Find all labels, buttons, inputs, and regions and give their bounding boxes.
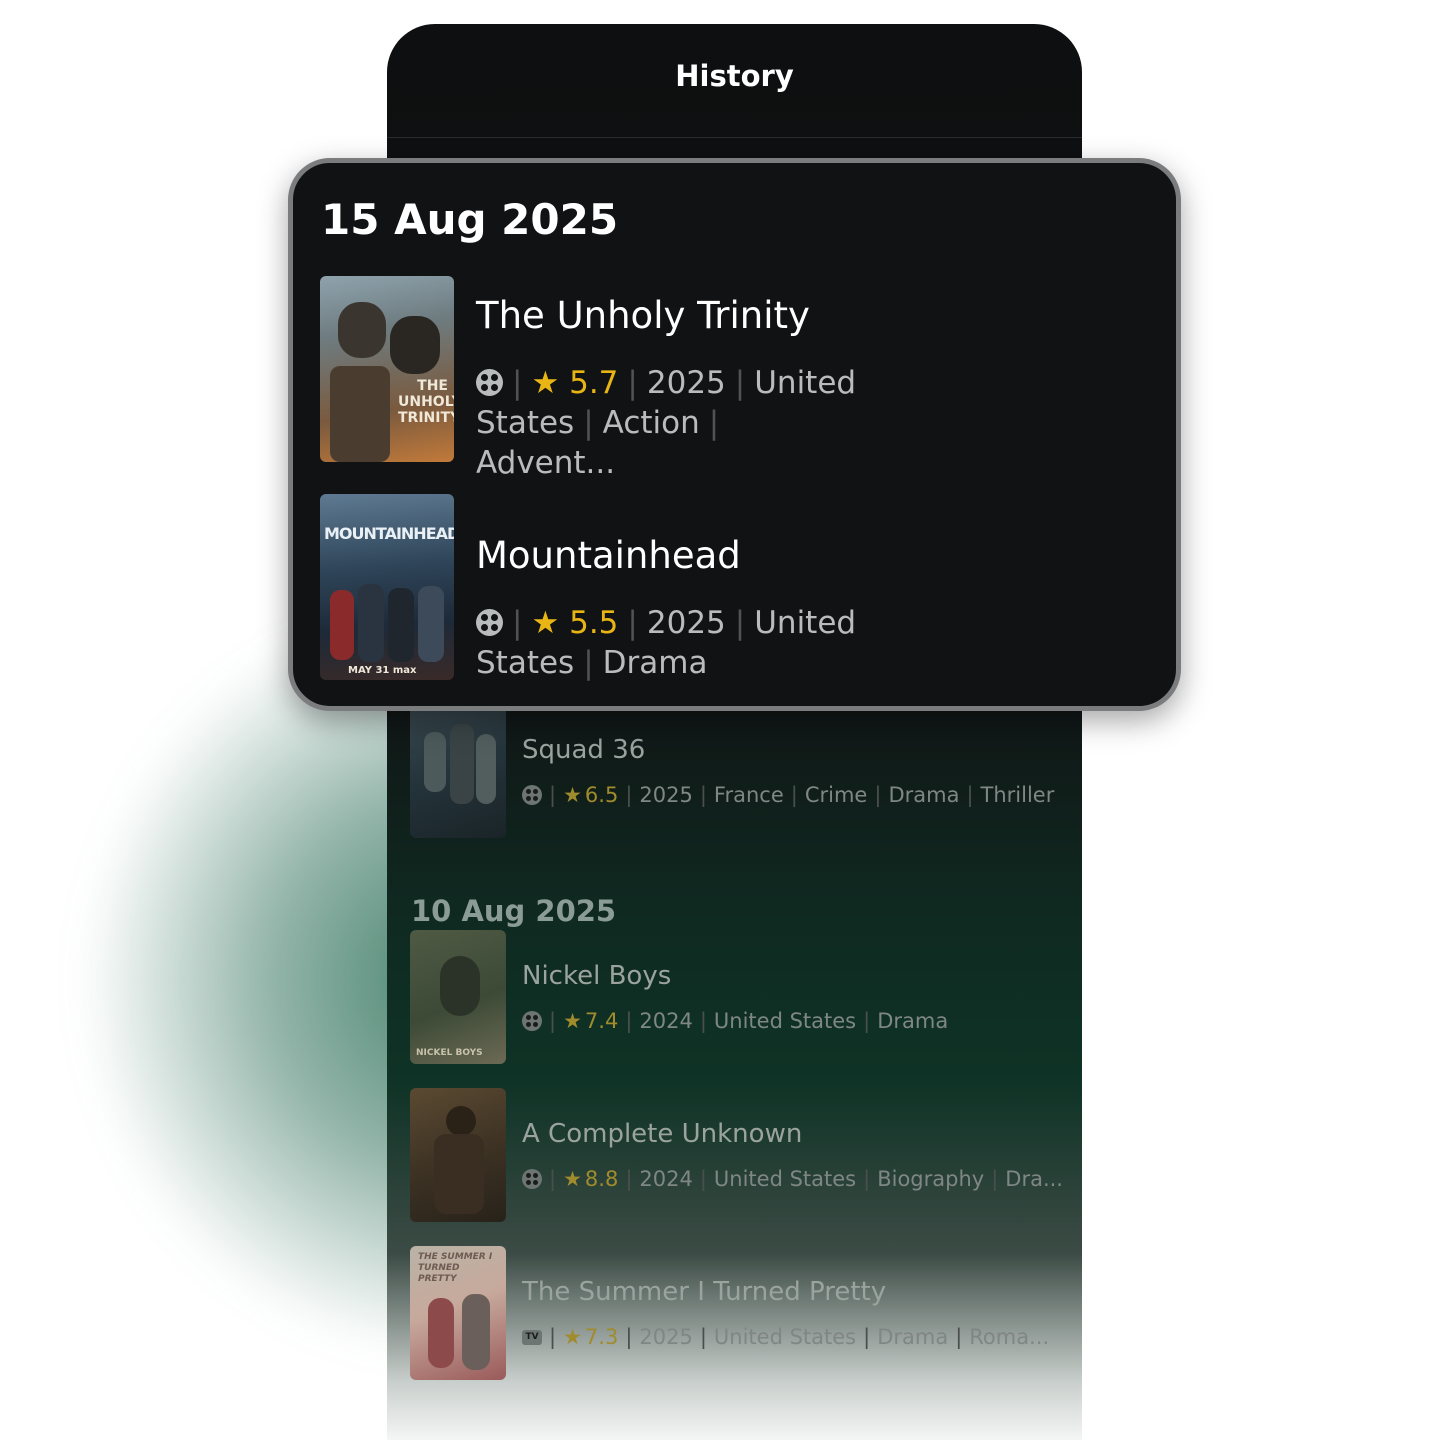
title: The Unholy Trinity <box>476 294 810 337</box>
poster-squad-36 <box>410 704 506 838</box>
film-reel-icon <box>476 369 503 396</box>
title: The Summer I Turned Pretty <box>522 1277 887 1307</box>
genre: Dra... <box>1005 1167 1063 1191</box>
rating: 5.5 <box>569 605 619 641</box>
country: United States <box>713 1009 857 1033</box>
year: 2024 <box>639 1167 693 1191</box>
genre-truncated: Advent... <box>476 445 616 481</box>
meta-line: | ★ 5.5 | 2025 | United States | Drama <box>476 605 857 681</box>
rating: 6.5 <box>584 783 619 807</box>
film-reel-icon <box>522 1169 542 1189</box>
title: Squad 36 <box>522 735 646 765</box>
date-heading: 15 Aug 2025 <box>321 195 619 244</box>
title: Nickel Boys <box>522 961 672 991</box>
country: United States <box>713 1325 857 1349</box>
list-item-the-summer-i-turned-pretty[interactable]: THE SUMMER I TURNED PRETTY The Summer I … <box>410 1246 1062 1380</box>
meta-line: | ★ 6.5 | 2025 | France | Crime | Drama | Thri… <box>522 783 1054 807</box>
poster-text: THE SUMMER I TURNED PRETTY <box>418 1252 493 1284</box>
star-icon: ★ <box>563 1009 582 1033</box>
rating: 8.8 <box>584 1167 619 1191</box>
genre: Drama <box>877 1325 949 1349</box>
featured-history-card: 15 Aug 2025 THE UNHOLY TRINITY The Unhol… <box>288 158 1181 711</box>
meta-line: | ★ 8.8 | 2024 | United States | Biography |… <box>522 1167 1063 1191</box>
page-title: History <box>675 58 794 93</box>
poster-the-summer-i-turned-pretty: THE SUMMER I TURNED PRETTY <box>410 1246 506 1380</box>
rating: 7.4 <box>584 1009 619 1033</box>
title: Mountainhead <box>476 534 741 577</box>
genre: Drama <box>888 783 960 807</box>
film-reel-icon <box>476 609 503 636</box>
poster-the-unholy-trinity: THE UNHOLY TRINITY <box>320 276 454 462</box>
poster-footer: MAY 31 max <box>348 665 417 676</box>
year: 2024 <box>639 1009 693 1033</box>
star-icon: ★ <box>563 783 582 807</box>
star-icon: ★ <box>531 605 560 641</box>
poster-a-complete-unknown <box>410 1088 506 1222</box>
list-item-nickel-boys[interactable]: NICKEL BOYS Nickel Boys | ★ 7.4 | 2024 | Un… <box>410 930 1062 1064</box>
poster-text: MOUNTAINHEAD <box>324 524 454 543</box>
list-item-mountainhead[interactable]: MOUNTAINHEAD MAY 31 max Mountainhead | ★ … <box>320 494 1076 683</box>
year: 2025 <box>646 605 726 641</box>
genre: Drama <box>602 645 708 681</box>
list-item-squad-36[interactable]: Squad 36 | ★ 6.5 | 2025 | France | Crime | Dr… <box>410 704 1062 838</box>
genre: Crime <box>804 783 868 807</box>
genre: Biography <box>877 1167 985 1191</box>
film-reel-icon <box>522 1011 542 1031</box>
poster-mountainhead: MOUNTAINHEAD MAY 31 max <box>320 494 454 680</box>
year: 2025 <box>639 1325 693 1349</box>
genre: Thriller <box>980 783 1055 807</box>
meta-line: | ★ 7.4 | 2024 | United States | Drama <box>522 1009 948 1033</box>
genre: Roma... <box>969 1325 1050 1349</box>
genre: Action <box>602 405 700 441</box>
list-item-the-unholy-trinity[interactable]: THE UNHOLY TRINITY The Unholy Trinity |★… <box>320 276 1076 483</box>
star-icon: ★ <box>563 1167 582 1191</box>
rating: 7.3 <box>584 1325 619 1349</box>
star-icon: ★ <box>563 1325 582 1349</box>
meta-line: TV | ★ 7.3 | 2025 | United States | Drama | R… <box>522 1325 1049 1349</box>
country: France <box>713 783 784 807</box>
poster-text: NICKEL BOYS <box>416 1048 483 1058</box>
poster-nickel-boys: NICKEL BOYS <box>410 930 506 1064</box>
date-heading: 10 Aug 2025 <box>411 894 617 928</box>
tv-icon: TV <box>522 1329 542 1345</box>
year: 2025 <box>639 783 693 807</box>
genre: Drama <box>877 1009 949 1033</box>
country: United States <box>713 1167 857 1191</box>
star-icon: ★ <box>531 365 560 401</box>
film-reel-icon <box>522 785 542 805</box>
year: 2025 <box>646 365 726 401</box>
meta-line: | ★ 5.7 | 2025 | United States | Action | Advent.… <box>476 365 857 481</box>
top-bar: History <box>387 24 1082 138</box>
title: A Complete Unknown <box>522 1119 803 1149</box>
list-item-a-complete-unknown[interactable]: A Complete Unknown | ★ 8.8 | 2024 | United … <box>410 1088 1063 1222</box>
rating: 5.7 <box>569 365 619 401</box>
poster-text: THE UNHOLY TRINITY <box>398 378 454 426</box>
